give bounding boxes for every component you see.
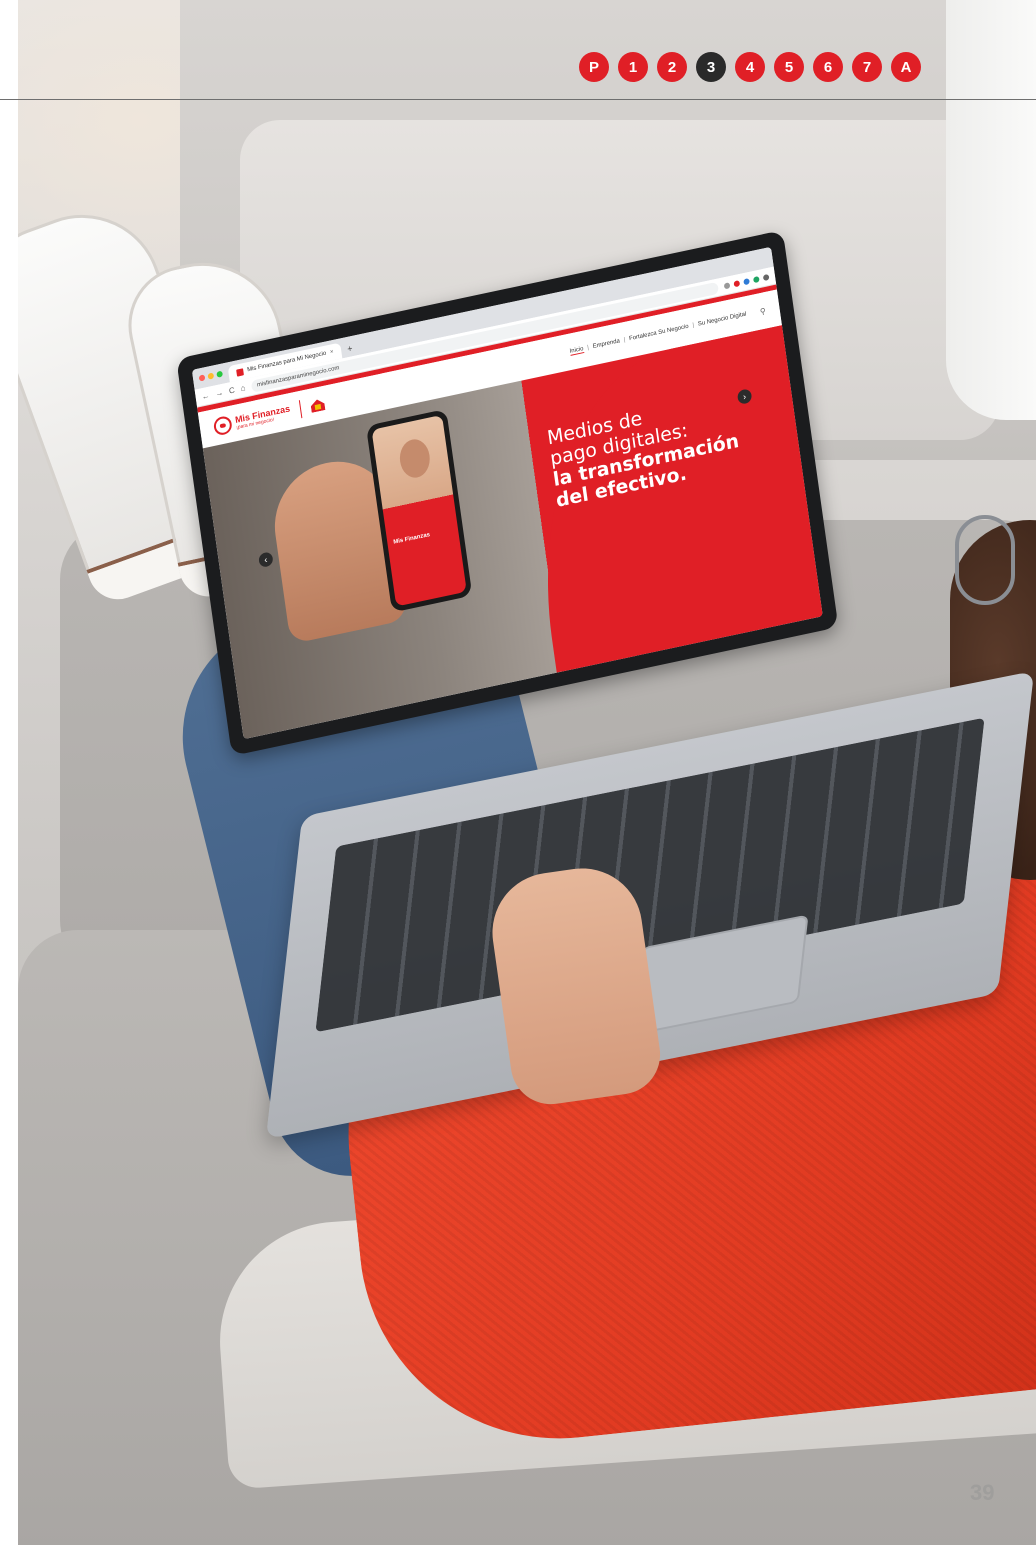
back-button[interactable]: ← [201,391,210,402]
maximize-dot[interactable] [216,370,224,378]
favicon-icon [236,367,244,377]
search-icon[interactable]: ⚲ [759,306,766,316]
nav-item-fortalezca[interactable]: Fortalezca Su Negocio [629,324,689,343]
phone-logo: Mis Finanzas [393,532,431,546]
chapter-link-6[interactable]: 6 [813,52,843,82]
chapter-link-4[interactable]: 4 [735,52,765,82]
profile-avatar[interactable] [762,273,770,281]
forward-button[interactable]: → [215,388,224,399]
nav-separator: | [586,344,590,352]
reload-button[interactable]: C [228,385,235,395]
extension-icon[interactable] [743,277,750,285]
glasses [955,515,1015,605]
home-button[interactable]: ⌂ [240,383,246,393]
background-photo: Mis Finanzas para Mi Negocio × + ← → C ⌂… [0,0,1036,1545]
nav-item-inicio[interactable]: Inicio [569,345,584,356]
close-dot[interactable] [198,374,206,382]
extension-icon[interactable] [752,275,760,283]
extension-icon[interactable] [733,279,741,287]
page-number: 39 [970,1480,995,1505]
house-icon [310,398,325,413]
chapter-nav: P 1 2 3 4 5 6 7 A [579,52,921,82]
page-margin [0,0,18,1545]
sofa-arm [946,0,1036,420]
new-tab-button[interactable]: + [346,340,354,357]
carousel-prev-button[interactable]: ‹ [258,551,274,569]
extension-icon[interactable] [723,281,731,289]
nav-item-digital[interactable]: Su Negocio Digital [698,311,747,327]
minimize-dot[interactable] [207,372,215,380]
header-rule [0,99,1036,100]
nav-separator: | [692,322,695,329]
chapter-link-5[interactable]: 5 [774,52,804,82]
chapter-link-3[interactable]: 3 [696,52,726,82]
chapter-link-2[interactable]: 2 [657,52,687,82]
nav-item-emprenda[interactable]: Emprenda [592,338,620,350]
chapter-link-p[interactable]: P [579,52,609,82]
logo-divider [298,400,303,419]
chapter-link-7[interactable]: 7 [852,52,882,82]
chapter-link-1[interactable]: 1 [618,52,648,82]
chapter-link-a[interactable]: A [891,52,921,82]
handshake-icon [212,414,233,437]
nav-separator: | [623,337,626,344]
phone-photo-face [397,436,433,481]
close-icon[interactable]: × [330,349,334,356]
